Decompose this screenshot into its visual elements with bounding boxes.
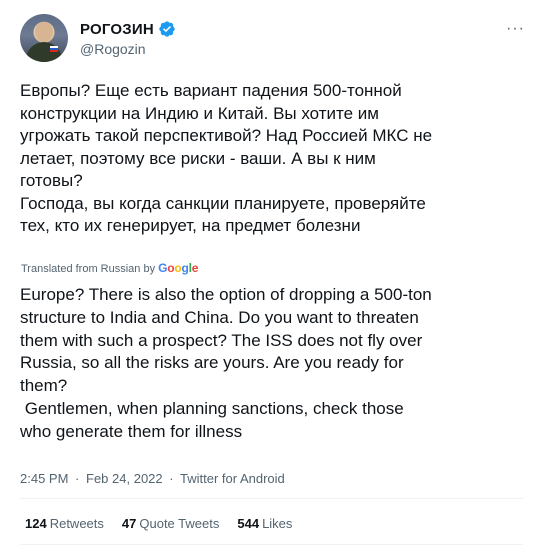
tweet-date[interactable]: Feb 24, 2022 bbox=[86, 471, 163, 486]
tweet-header: РОГОЗИН @Rogozin ··· bbox=[20, 14, 525, 64]
tweet-time[interactable]: 2:45 PM bbox=[20, 471, 68, 486]
likes-label: Likes bbox=[262, 516, 293, 531]
google-logo-letter: G bbox=[158, 261, 168, 275]
google-logo: Google bbox=[158, 261, 198, 275]
quote-label: Quote Tweets bbox=[139, 516, 220, 531]
avatar-head bbox=[35, 22, 53, 42]
verified-badge-icon bbox=[159, 21, 175, 37]
tweet-card: РОГОЗИН @Rogozin ··· Европы? Еще есть ва… bbox=[0, 0, 543, 552]
author-names: РОГОЗИН @Rogozin bbox=[80, 19, 176, 57]
name-row: РОГОЗИН bbox=[80, 19, 176, 39]
likes-stat[interactable]: 544 Likes bbox=[237, 516, 292, 531]
divider bbox=[20, 544, 523, 545]
google-logo-letter: e bbox=[191, 261, 199, 275]
google-logo-letter: o bbox=[174, 261, 182, 275]
tweet-original-text: Европы? Еще есть вариант падения 500-тон… bbox=[20, 81, 433, 235]
quote-count: 47 bbox=[121, 516, 137, 531]
more-options-icon[interactable]: ··· bbox=[506, 20, 525, 38]
tweet-translated-text: Europe? There is also the option of drop… bbox=[20, 285, 432, 441]
avatar[interactable] bbox=[20, 14, 68, 62]
quote-tweets-stat[interactable]: 47 Quote Tweets bbox=[122, 516, 219, 531]
meta-separator: · bbox=[75, 471, 80, 486]
avatar-shoulders bbox=[26, 42, 62, 62]
retweets-count: 124 bbox=[25, 516, 47, 531]
google-logo-letter: g bbox=[181, 261, 189, 275]
tweet-stats: 124 Retweets 47 Quote Tweets 544 Likes bbox=[25, 516, 292, 531]
translation-attribution[interactable]: Translated from Russian by Google bbox=[21, 261, 198, 275]
author-handle[interactable]: @Rogozin bbox=[80, 41, 176, 57]
retweets-label: Retweets bbox=[49, 516, 104, 531]
meta-separator: · bbox=[169, 471, 174, 486]
likes-count: 544 bbox=[237, 516, 260, 531]
flag-icon bbox=[50, 46, 58, 52]
display-name[interactable]: РОГОЗИН bbox=[80, 21, 154, 38]
translated-from-label: Translated from Russian by bbox=[21, 263, 156, 275]
retweets-stat[interactable]: 124 Retweets bbox=[25, 516, 104, 531]
tweet-meta: 2:45 PM · Feb 24, 2022 · Twitter for And… bbox=[20, 471, 285, 486]
divider bbox=[20, 498, 523, 499]
tweet-source[interactable]: Twitter for Android bbox=[180, 471, 285, 486]
